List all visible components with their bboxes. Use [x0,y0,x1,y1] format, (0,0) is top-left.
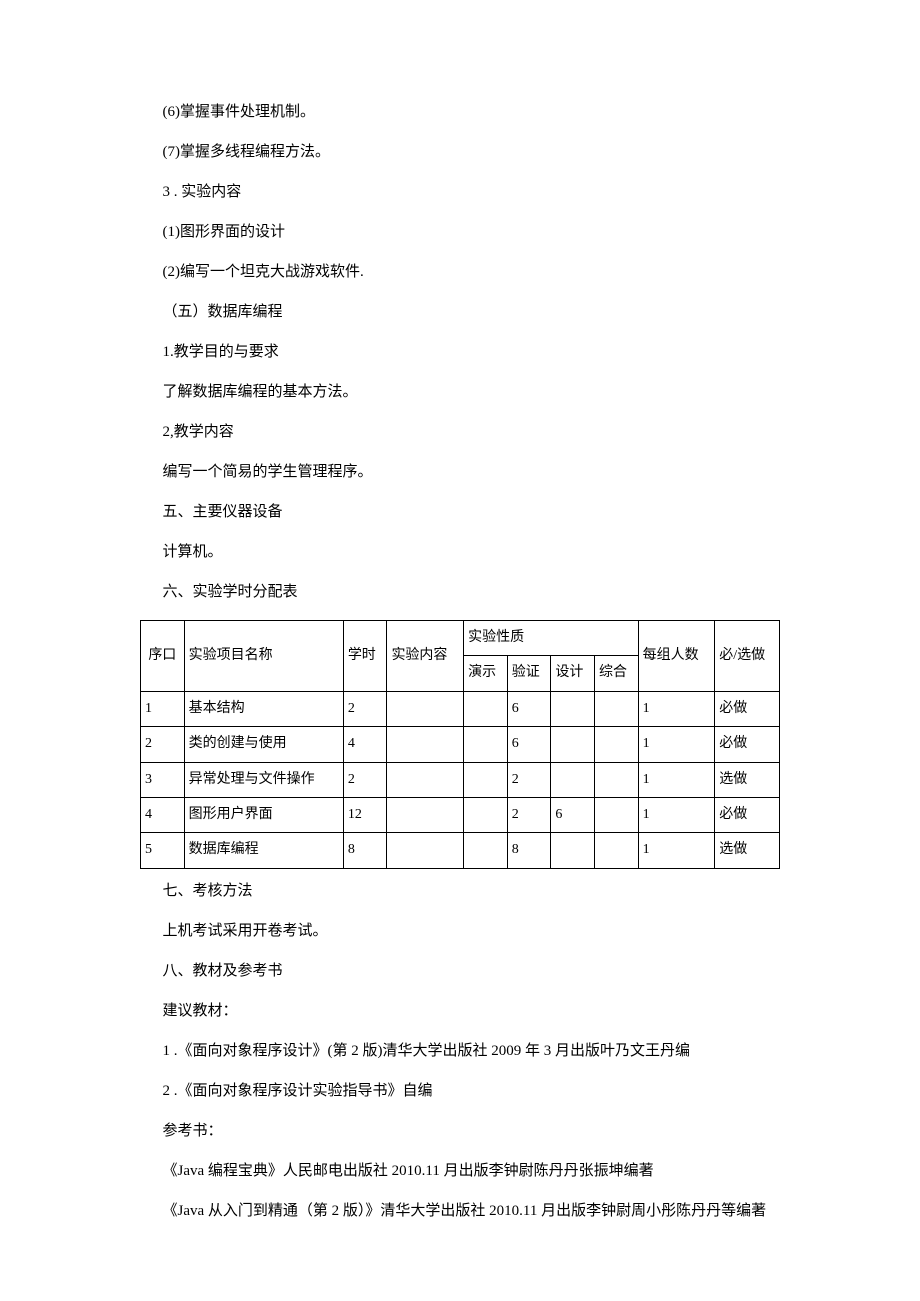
cell-verify: 2 [507,797,551,832]
header-comprehensive: 综合 [594,656,638,691]
cell-design [551,691,595,726]
header-demo: 演示 [464,656,508,691]
cell-required: 必做 [715,797,780,832]
cell-verify: 6 [507,727,551,762]
after-line-0: 七、考核方法 [140,879,780,903]
cell-name: 类的创建与使用 [184,727,343,762]
after-line-4: 1 .《面向对象程序设计》(第 2 版)清华大学出版社 2009 年 3 月出版… [140,1039,780,1063]
cell-seq: 2 [141,727,185,762]
line-7: 了解数据库编程的基本方法。 [140,380,780,404]
line-1: (7)掌握多线程编程方法。 [140,140,780,164]
cell-required: 必做 [715,727,780,762]
line-4: (2)编写一个坦克大战游戏软件. [140,260,780,284]
document-body: (6)掌握事件处理机制。 (7)掌握多线程编程方法。 3 . 实验内容 (1)图… [140,100,780,1223]
cell-comprehensive [594,797,638,832]
header-name: 实验项目名称 [184,621,343,692]
table-row: 4 图形用户界面 12 2 6 1 必做 [141,797,780,832]
header-nature: 实验性质 [464,621,639,656]
cell-seq: 3 [141,762,185,797]
cell-required: 选做 [715,762,780,797]
cell-demo [464,691,508,726]
cell-required: 必做 [715,691,780,726]
line-10: 五、主要仪器设备 [140,500,780,524]
cell-design: 6 [551,797,595,832]
header-design: 设计 [551,656,595,691]
cell-name: 数据库编程 [184,833,343,868]
table-row: 2 类的创建与使用 4 6 1 必做 [141,727,780,762]
cell-hours: 8 [343,833,387,868]
line-9: 编写一个简易的学生管理程序。 [140,460,780,484]
cell-seq: 5 [141,833,185,868]
line-6: 1.教学目的与要求 [140,340,780,364]
line-12: 六、实验学时分配表 [140,580,780,604]
after-line-2: 八、教材及参考书 [140,959,780,983]
table-row: 3 异常处理与文件操作 2 2 1 选做 [141,762,780,797]
line-11: 计算机。 [140,540,780,564]
table-body: 1 基本结构 2 6 1 必做 2 类的创建与使用 4 6 1 [141,691,780,868]
cell-content [387,691,464,726]
cell-name: 图形用户界面 [184,797,343,832]
cell-hours: 4 [343,727,387,762]
after-line-9: 《Java 从入门到精通（第 2 版）》清华大学出版社 2010.11 月出版李… [140,1199,780,1223]
line-3: (1)图形界面的设计 [140,220,780,244]
cell-comprehensive [594,727,638,762]
header-hours: 学时 [343,621,387,692]
cell-seq: 4 [141,797,185,832]
cell-comprehensive [594,691,638,726]
line-8: 2,教学内容 [140,420,780,444]
cell-required: 选做 [715,833,780,868]
cell-demo [464,762,508,797]
header-content: 实验内容 [387,621,464,692]
after-line-7: 参考书： [140,1119,780,1143]
cell-group-size: 1 [638,762,715,797]
line-2: 3 . 实验内容 [140,180,780,204]
line-0: (6)掌握事件处理机制。 [140,100,780,124]
cell-group-size: 1 [638,797,715,832]
cell-verify: 6 [507,691,551,726]
after-line-3: 建议教材： [140,999,780,1023]
cell-name: 基本结构 [184,691,343,726]
cell-content [387,762,464,797]
after-line-1: 上机考试采用开卷考试。 [140,919,780,943]
cell-group-size: 1 [638,833,715,868]
after-line-6: 2 .《面向对象程序设计实验指导书》自编 [140,1079,780,1103]
table-row: 1 基本结构 2 6 1 必做 [141,691,780,726]
table-row: 5 数据库编程 8 8 1 选做 [141,833,780,868]
cell-demo [464,797,508,832]
cell-hours: 2 [343,762,387,797]
header-verify: 验证 [507,656,551,691]
cell-content [387,727,464,762]
cell-demo [464,833,508,868]
header-seq: 序口 [141,621,185,692]
cell-group-size: 1 [638,727,715,762]
cell-content [387,797,464,832]
cell-design [551,762,595,797]
cell-group-size: 1 [638,691,715,726]
cell-verify: 8 [507,833,551,868]
header-required: 必/选做 [715,621,780,692]
cell-comprehensive [594,762,638,797]
experiment-hours-table: 序口 实验项目名称 学时 实验内容 实验性质 每组人数 必/选做 演示 验证 设… [140,620,780,869]
cell-hours: 2 [343,691,387,726]
cell-demo [464,727,508,762]
after-line-8: 《Java 编程宝典》人民邮电出版社 2010.11 月出版李钟尉陈丹丹张振坤编… [140,1159,780,1183]
cell-seq: 1 [141,691,185,726]
table-header-row-1: 序口 实验项目名称 学时 实验内容 实验性质 每组人数 必/选做 [141,621,780,656]
cell-design [551,727,595,762]
cell-design [551,833,595,868]
line-5: （五）数据库编程 [140,300,780,324]
cell-hours: 12 [343,797,387,832]
header-group-size: 每组人数 [638,621,715,692]
cell-name: 异常处理与文件操作 [184,762,343,797]
cell-comprehensive [594,833,638,868]
header-seq-text: 序口 [148,648,176,663]
cell-verify: 2 [507,762,551,797]
cell-content [387,833,464,868]
